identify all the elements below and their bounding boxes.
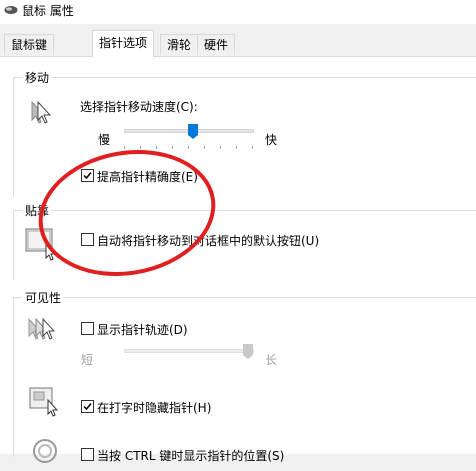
tab-panel: 移动 选择指针移动速度(C): 慢 快 提高指针精确度(E) 贴靠 自动将指针移…: [0, 56, 476, 463]
slider-tick: [124, 146, 125, 149]
pointer-speed-icon: [28, 98, 62, 131]
trail-length-slider-track[interactable]: [124, 349, 254, 353]
checkmark-icon: [83, 403, 92, 411]
snap-group: 贴靠 自动将指针移动到对话框中的默认按钮(U): [13, 202, 476, 280]
slider-tick: [140, 146, 141, 149]
checkmark-icon: [83, 172, 92, 180]
motion-group-title: 移动: [22, 69, 53, 86]
slider-tick: [172, 146, 173, 149]
slider-tick: [252, 146, 253, 149]
enhance-precision-label[interactable]: 提高指针精确度(E): [97, 168, 198, 185]
slider-tick: [188, 146, 189, 149]
visibility-group: 可见性 显示指针轨迹(D) 短 长 在打字时隐藏指针(H) 当按 CTRL 键时…: [13, 289, 476, 463]
show-location-ctrl-checkbox[interactable]: [81, 448, 94, 461]
hide-while-typing-label[interactable]: 在打字时隐藏指针(H): [97, 399, 211, 416]
short-label: 短: [81, 353, 94, 367]
enhance-precision-checkbox[interactable]: [81, 169, 94, 182]
visibility-group-title: 可见性: [22, 289, 65, 306]
tab-pointer-options[interactable]: 指针选项: [92, 30, 155, 57]
speed-label: 选择指针移动速度(C):: [80, 100, 198, 114]
motion-group: 移动 选择指针移动速度(C): 慢 快 提高指针精确度(E): [13, 69, 476, 197]
window-title: 鼠标 属性: [22, 4, 74, 18]
snap-to-default-label[interactable]: 自动将指针移动到对话框中的默认按钮(U): [97, 232, 319, 249]
hide-while-typing-checkbox[interactable]: [81, 400, 94, 413]
title-bar: 鼠标 属性: [0, 0, 476, 24]
mouse-app-icon: [4, 4, 18, 14]
show-location-icon: [32, 438, 62, 471]
tab-strip: 鼠标键 指针选项 滑轮 硬件: [0, 30, 476, 57]
pointer-trails-checkbox[interactable]: [81, 322, 94, 335]
snap-to-button-icon: [24, 227, 60, 264]
pointer-trails-icon: [26, 316, 66, 349]
pointer-trails-label[interactable]: 显示指针轨迹(D): [97, 321, 188, 338]
slider-tick: [204, 146, 205, 149]
slider-tick: [220, 146, 221, 149]
tab-wheel[interactable]: 滑轮: [160, 34, 199, 55]
tab-hardware[interactable]: 硬件: [197, 34, 236, 55]
fast-label: 快: [265, 133, 278, 147]
slow-label: 慢: [98, 133, 111, 147]
snap-to-default-checkbox[interactable]: [81, 233, 94, 246]
long-label: 长: [265, 353, 278, 367]
slider-tick: [236, 146, 237, 149]
trail-length-slider-thumb[interactable]: [242, 343, 254, 363]
snap-group-title: 贴靠: [22, 202, 53, 219]
tab-buttons[interactable]: 鼠标键: [4, 34, 55, 55]
slider-tick: [156, 146, 157, 149]
speed-slider-thumb[interactable]: [187, 123, 199, 143]
show-location-ctrl-label[interactable]: 当按 CTRL 键时显示指针的位置(S): [97, 447, 284, 464]
hide-while-typing-icon: [28, 386, 64, 421]
